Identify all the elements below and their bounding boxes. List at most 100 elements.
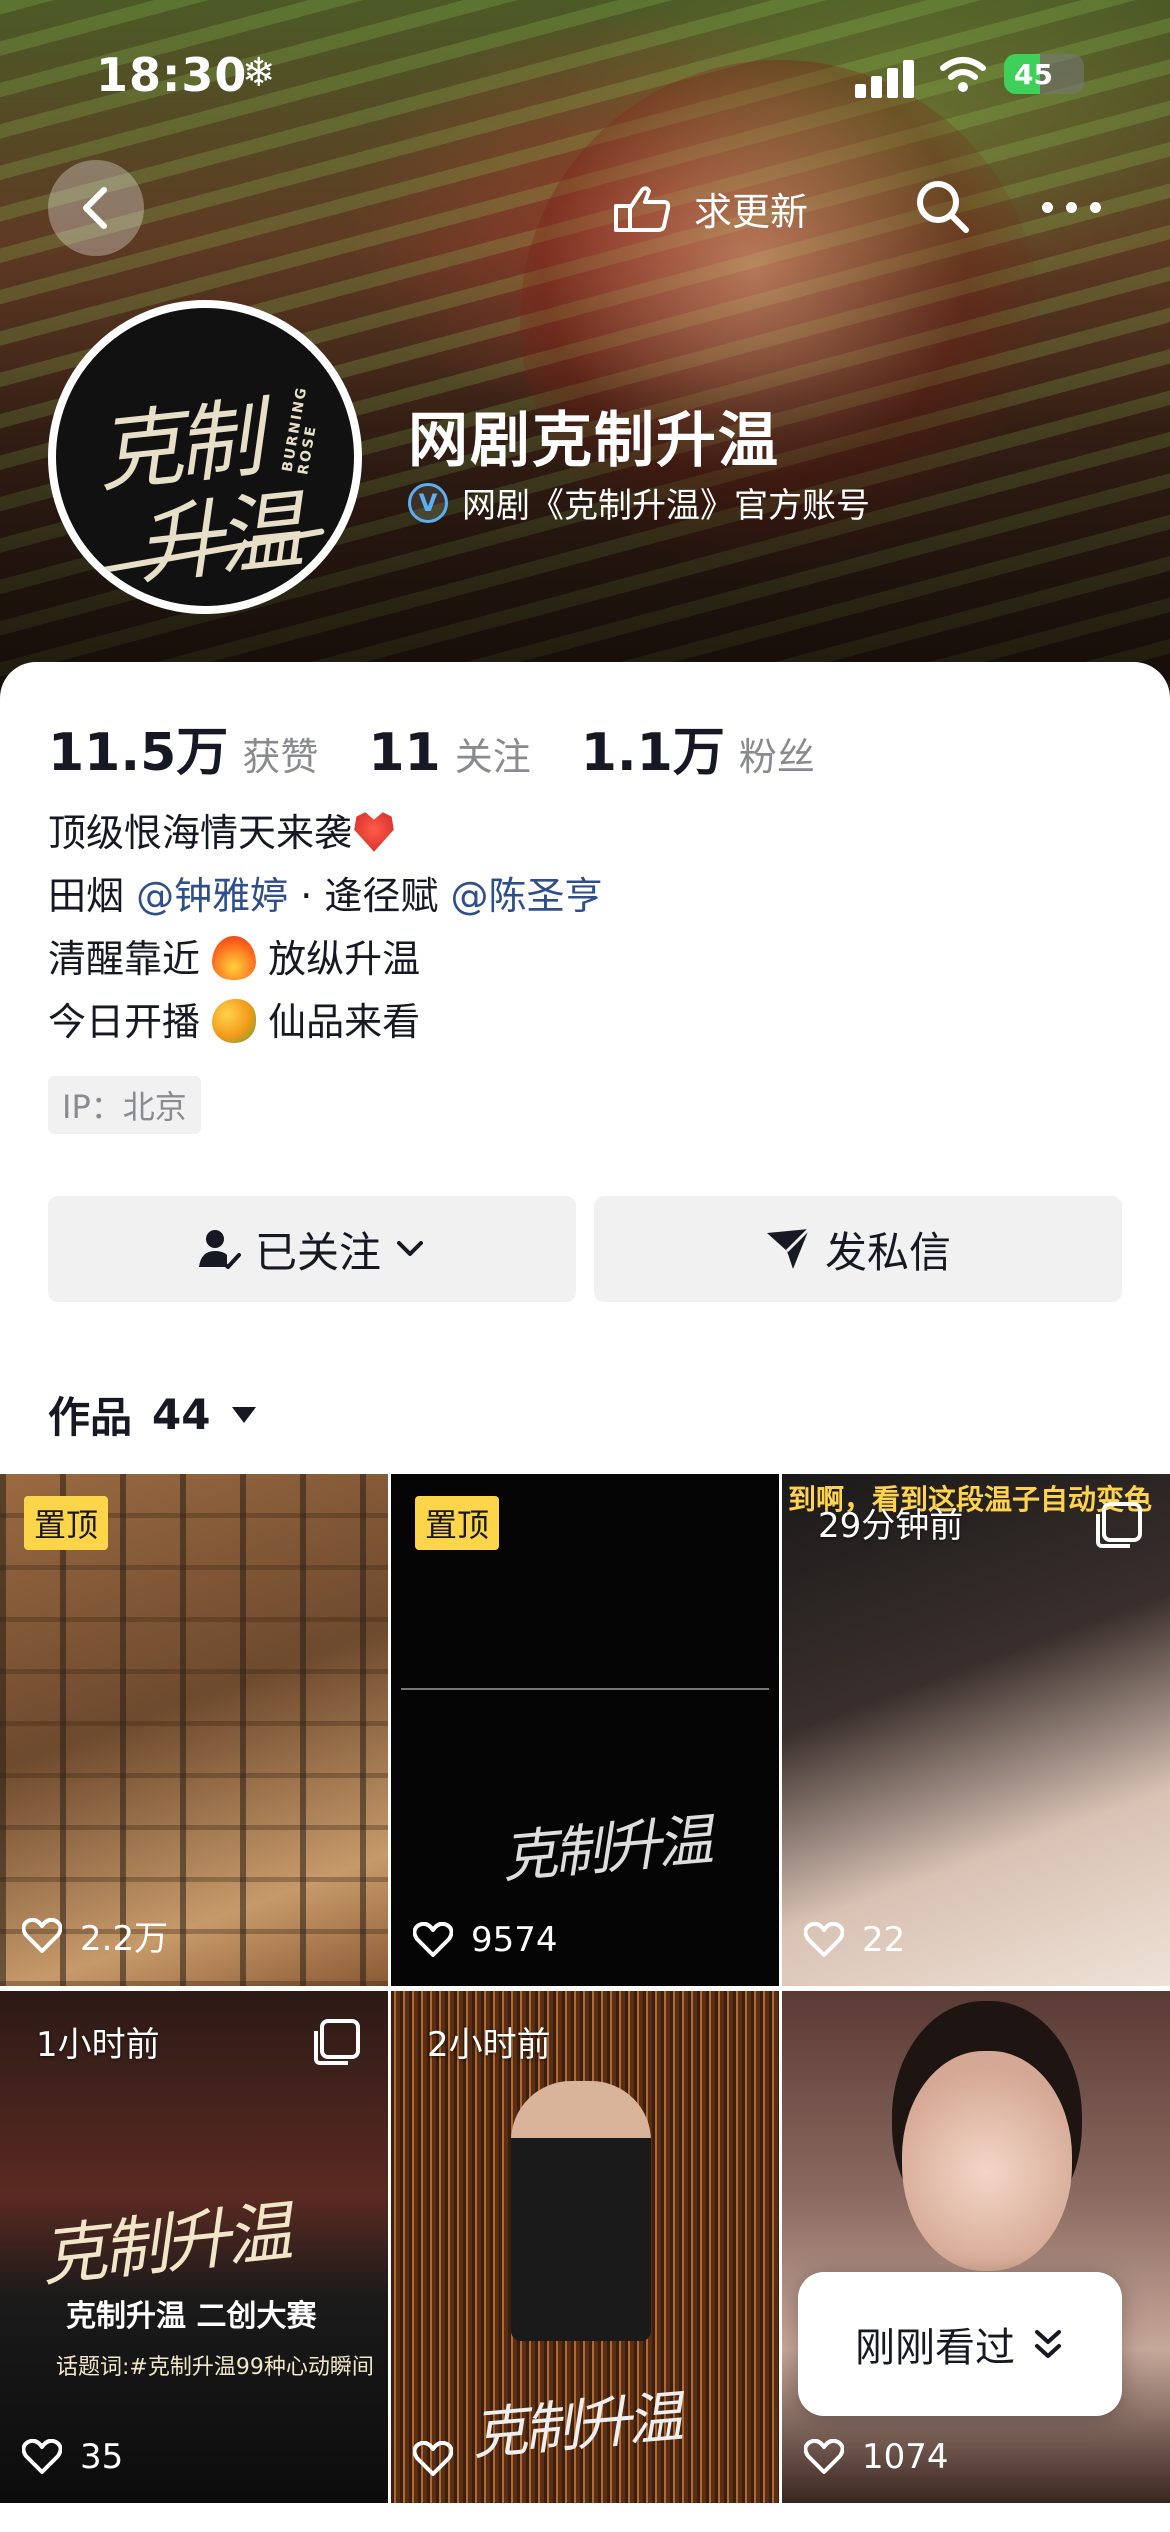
battery-percent: 45 [1014,58,1053,91]
heart-outline-icon [804,1922,844,1957]
request-update-label: 求更新 [694,189,809,234]
stat-label: 获赞 [242,735,319,779]
bio: 顶级恨海情天来袭 田烟 @钟雅婷 · 逄径赋 @陈圣亨 清醒靠近 放纵升温 今日… [48,802,602,1054]
followed-label: 已关注 [254,1227,381,1277]
like-count-value: 9574 [471,1920,558,1960]
pinned-badge: 置顶 [24,1496,109,1550]
cellular-signal-icon [855,58,915,98]
like-count-value: 22 [862,1920,906,1960]
mention-link[interactable]: @钟雅婷 [136,874,288,918]
stat-followers[interactable]: 1.1万 粉丝 [581,710,815,785]
post-time: 1小时前 [36,2025,160,2065]
bio-text: · 逄径赋 [288,874,451,918]
send-message-label: 发私信 [824,1227,951,1277]
like-count-value: 2.2万 [80,1919,169,1959]
heart-outline-icon [413,1922,453,1957]
video-thumbnail[interactable]: 置顶 克制升温 9574 [391,1474,779,1986]
user-check-icon [198,1230,241,1269]
stat-value: 1.1万 [580,723,725,783]
heart-outline-icon [804,2439,844,2474]
fire-emoji-icon [212,936,257,980]
like-count-value: 1074 [862,2437,949,2477]
heart-outline-icon [413,2441,453,2476]
more-options-button[interactable] [1042,176,1106,236]
stat-following[interactable]: 11 关注 [368,723,530,783]
thumbnail-subtitle: 克制升温 二创大赛 [66,2299,317,2334]
mention-link[interactable]: @陈圣亨 [450,874,602,918]
back-button[interactable] [48,160,144,256]
post-time: 2小时前 [427,2025,551,2065]
bio-line-4: 今日开播 仙品来看 [48,991,602,1054]
pinned-badge: 置顶 [415,1496,500,1550]
heart-on-fire-emoji-icon [354,812,394,852]
bio-text: 顶级恨海情天来袭 [48,811,353,855]
multi-image-icon [314,2019,360,2065]
works-tab[interactable]: 作品 44 [48,1384,257,1445]
like-count: 35 [22,2437,123,2477]
stat-likes[interactable]: 11.5万 获赞 [48,710,318,785]
search-icon [917,181,969,233]
verified-text: 网剧《克制升温》官方账号 [462,486,870,526]
battery-icon: 45 [1004,54,1084,94]
video-thumbnail[interactable]: 2小时前 克制升温 [391,1991,779,2503]
stat-label: 关注 [454,735,531,779]
recently-viewed-label: 刚刚看过 [855,2325,1015,2371]
thumbnail-portrait [902,2051,1072,2271]
heart-outline-icon [22,1917,62,1953]
paper-plane-icon [766,1227,811,1269]
caret-down-icon [232,1406,257,1423]
bio-line-2: 田烟 @钟雅婷 · 逄径赋 @陈圣亨 [48,865,602,928]
chevron-left-icon [83,187,107,229]
status-bar: 18:30 ❄ 45 [0,40,1170,120]
stat-value: 11.5万 [48,723,229,783]
pointing-hand-icon [614,186,671,232]
works-label: 作品 [48,1393,133,1442]
account-name: 网剧克制升温 [408,406,780,476]
bio-line-3: 清醒靠近 放纵升温 [48,928,602,991]
thumbnail-logo: 克制升温 [37,2193,292,2296]
like-count-value: 35 [80,2437,124,2477]
bio-text: 田烟 [48,874,137,918]
recently-viewed-button[interactable]: 刚刚看过 [798,2272,1122,2416]
bio-text: 清醒靠近 [48,937,213,981]
stat-value: 11 [368,723,441,783]
search-button[interactable] [912,176,972,236]
heart-outline-icon [22,2439,62,2474]
thumbnail-figure [511,2081,651,2341]
followed-button[interactable]: 已关注 [48,1196,576,1302]
video-thumbnail[interactable]: 置顶 2.2万 [0,1474,388,1986]
snowflake-icon: ❄ [242,50,276,96]
like-count: 1074 [804,2437,949,2477]
like-count: 22 [804,1920,905,1960]
bio-line-1: 顶级恨海情天来袭 [48,802,602,865]
status-time: 18:30 [96,48,248,102]
multi-image-icon [1096,1502,1142,1548]
video-thumbnail[interactable]: 1小时前 克制升温 克制升温 二创大赛 话题词:#克制升温99种心动瞬间 35 [0,1991,388,2503]
works-count: 44 [152,1390,211,1439]
verification-line: V 网剧《克制升温》官方账号 [408,478,870,527]
mango-emoji-icon [212,999,257,1043]
avatar[interactable]: 克制 升温 BURNING ROSE [48,300,362,614]
bio-text: 仙品来看 [256,1000,421,1044]
like-count: 9574 [413,1920,558,1960]
thumbnail-topic: 话题词:#克制升温99种心动瞬间 [56,2355,374,2380]
avatar-logo-line2: 升温 [132,480,302,598]
thumbnail-logo: 克制升温 [498,1808,712,1891]
bio-text: 今日开播 [48,1000,213,1044]
like-count: 2.2万 [22,1911,168,1960]
wifi-icon [940,57,986,92]
video-thumbnail[interactable]: 1074 [782,1991,1170,2503]
post-time: 29分钟前 [818,1506,964,1546]
send-message-button[interactable]: 发私信 [594,1196,1122,1302]
video-thumbnail[interactable]: 到啊，看到这段温子自动变色 29分钟前 22 [782,1474,1170,1986]
stats-row: 11.5万 获赞 11 关注 1.1万 粉丝 [48,710,865,785]
ip-location-tag: IP：北京 [48,1076,201,1134]
request-update-button[interactable]: 求更新 [612,168,808,248]
bio-text: 放纵升温 [256,937,421,981]
verified-badge-icon: V [408,482,448,523]
like-count [413,2441,471,2477]
thumbnail-logo: 克制升温 [468,2385,682,2468]
chevron-down-icon [397,1241,423,1256]
avatar-logo-english: BURNING ROSE [279,384,320,477]
audio-waveform [401,1688,769,1690]
